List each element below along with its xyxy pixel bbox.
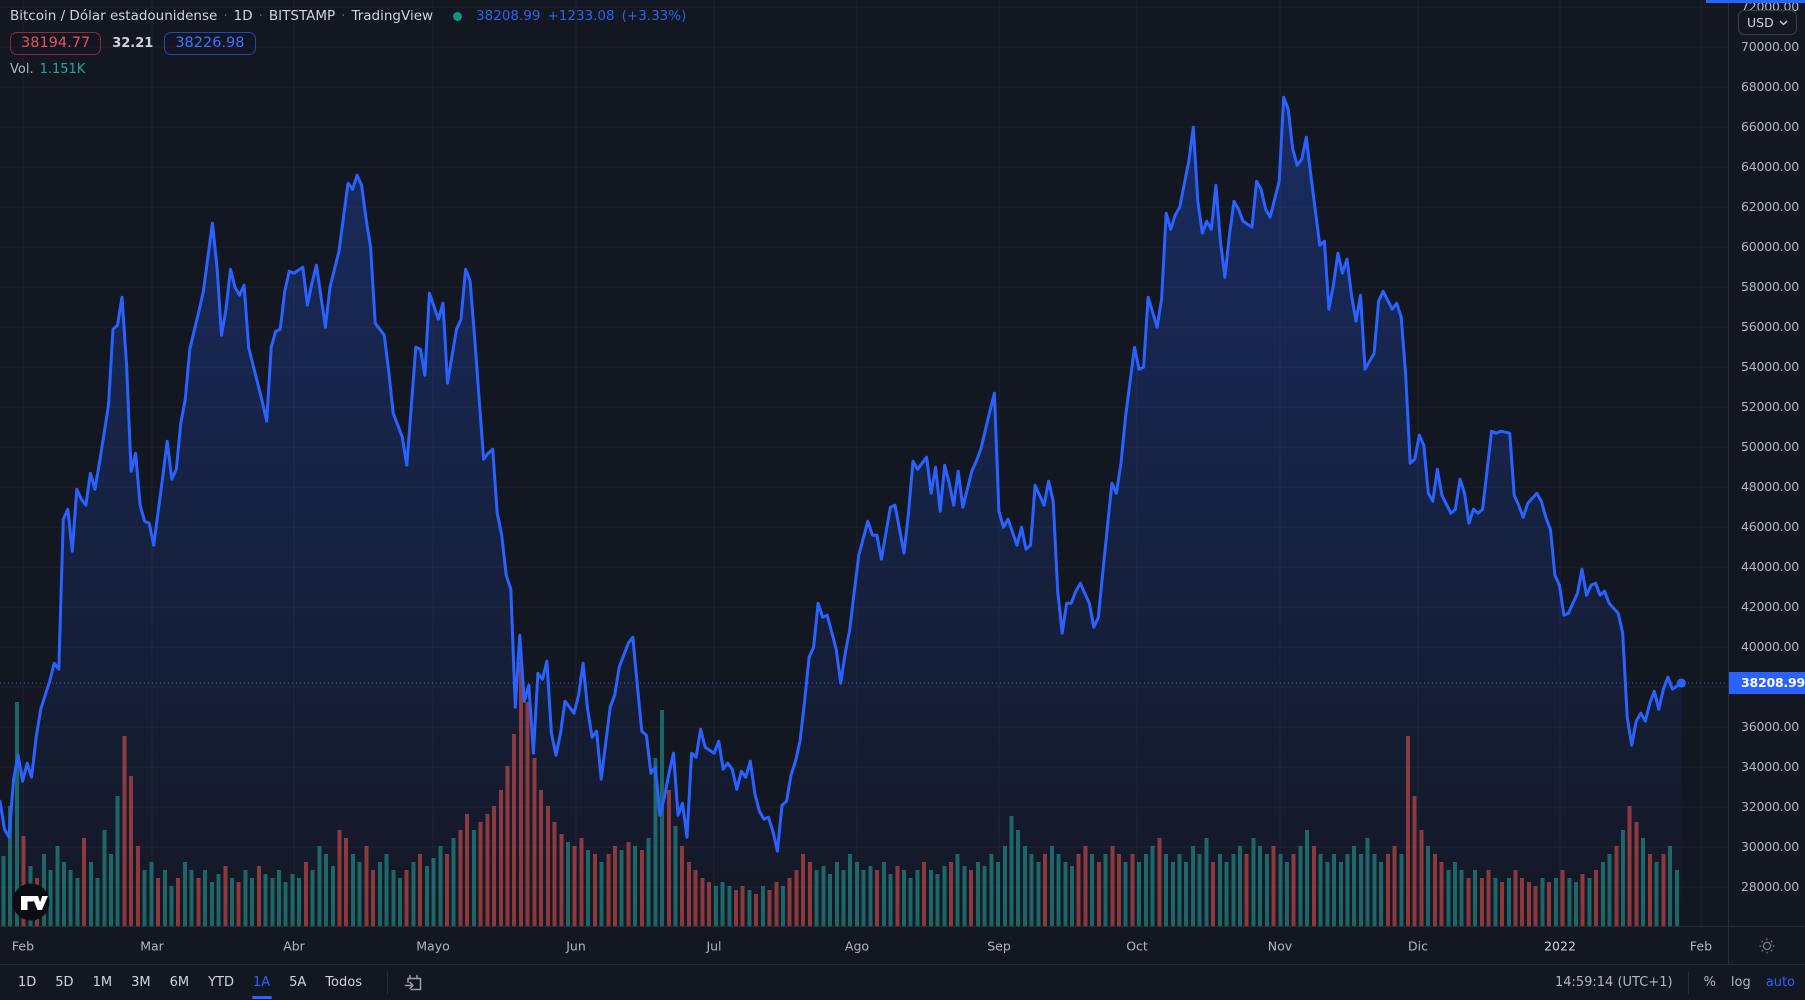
- toolbar-right-group: 14:59:14 (UTC+1) % log auto: [1555, 971, 1805, 994]
- time-axis-label-Ago: Ago: [844, 938, 870, 953]
- price-axis-label: 36000.00: [1741, 719, 1800, 735]
- separator-dot: ·: [341, 8, 346, 24]
- price-change-percent: (+3.33%): [621, 8, 687, 24]
- price-axis-label: 68000.00: [1741, 79, 1800, 95]
- range-button-1M[interactable]: 1M: [85, 970, 121, 995]
- symbol-header-row: Bitcoin / Dólar estadounidense · 1D · BI…: [10, 8, 686, 24]
- tradingview-chart-window: Bitcoin / Dólar estadounidense · 1D · BI…: [0, 0, 1805, 1000]
- range-button-3M[interactable]: 3M: [123, 970, 159, 995]
- provider-label[interactable]: TradingView: [351, 8, 433, 24]
- chevron-down-icon: [1779, 20, 1788, 25]
- price-axis-label: 64000.00: [1741, 159, 1800, 175]
- time-axis-label-Feb: Feb: [11, 938, 35, 953]
- time-axis-label-Mayo: Mayo: [416, 938, 450, 953]
- range-button-1A[interactable]: 1A: [245, 970, 278, 995]
- price-chart-canvas[interactable]: [0, 0, 1728, 926]
- last-price-axis-label: 38208.99: [1729, 672, 1805, 694]
- time-axis-label-Dic: Dic: [1408, 938, 1428, 953]
- tradingview-logo-icon: [12, 883, 50, 921]
- time-axis-label-Oct: Oct: [1126, 938, 1148, 953]
- separator-dot: ·: [223, 8, 228, 24]
- range-button-5D[interactable]: 5D: [47, 970, 81, 995]
- price-axis-label: 32000.00: [1741, 799, 1800, 815]
- order-buttons-row: 38194.77 32.21 38226.98: [10, 32, 686, 55]
- price-axis-label: 48000.00: [1741, 479, 1800, 495]
- market-status-icon[interactable]: [453, 11, 463, 21]
- separator-dot: ·: [258, 8, 263, 24]
- range-selector: 1D 5D 1M 3M 6M YTD 1A 5A Todos: [0, 970, 425, 995]
- price-axis-label: 28000.00: [1741, 879, 1800, 895]
- interval-label[interactable]: 1D: [234, 8, 253, 24]
- toolbar-divider: [1687, 971, 1689, 994]
- price-axis-label: 34000.00: [1741, 759, 1800, 775]
- last-price-value: 38208.99: [476, 8, 541, 24]
- chart-legend: Bitcoin / Dólar estadounidense · 1D · BI…: [10, 8, 686, 77]
- price-axis-label: 66000.00: [1741, 119, 1800, 135]
- range-button-Todos[interactable]: Todos: [317, 970, 370, 995]
- price-axis-label: 44000.00: [1741, 559, 1800, 575]
- go-to-date-icon: [404, 974, 422, 990]
- price-axis-label: 40000.00: [1741, 639, 1800, 655]
- price-scale[interactable]: USD 38208.99 72000.00 70000.00 68000.00 660…: [1728, 0, 1805, 926]
- volume-label: Vol.: [10, 62, 34, 77]
- exchange-label[interactable]: BITSTAMP: [269, 8, 335, 24]
- price-axis-label: 54000.00: [1741, 359, 1800, 375]
- time-axis-label-Feb: Feb: [1689, 938, 1713, 953]
- buy-button[interactable]: 38226.98: [164, 32, 256, 55]
- volume-readout-row: Vol. 1.151K: [10, 62, 686, 77]
- price-axis-label: 70000.00: [1741, 39, 1800, 55]
- range-button-5A[interactable]: 5A: [281, 970, 314, 995]
- time-axis-label-Sep: Sep: [987, 938, 1011, 953]
- time-scale[interactable]: Feb Mar Abr Mayo Jun Jul Ago Sep Oct Nov Dic 2022 Fe…: [0, 926, 1728, 964]
- price-axis-label: 60000.00: [1741, 239, 1800, 255]
- auto-scale-button[interactable]: auto: [1766, 975, 1795, 990]
- time-axis-label-Jun: Jun: [566, 938, 586, 953]
- price-axis-label: 30000.00: [1741, 839, 1800, 855]
- tradingview-logo[interactable]: [12, 883, 50, 925]
- price-axis-label: 46000.00: [1741, 519, 1800, 535]
- last-price-readout: 38208.99 +1233.08 (+3.33%): [476, 8, 686, 24]
- spread-value: 32.21: [112, 36, 154, 51]
- currency-label: USD: [1747, 15, 1774, 30]
- scale-corner-button[interactable]: [1728, 926, 1805, 964]
- symbol-title[interactable]: Bitcoin / Dólar estadounidense: [10, 8, 217, 24]
- price-axis-label: 56000.00: [1741, 319, 1800, 335]
- percent-scale-button[interactable]: %: [1704, 975, 1716, 990]
- sell-button[interactable]: 38194.77: [10, 32, 102, 55]
- time-axis-label-2022: 2022: [1544, 938, 1576, 953]
- price-axis-label: 50000.00: [1741, 439, 1800, 455]
- price-axis-label: 62000.00: [1741, 199, 1800, 215]
- time-axis-label-Mar: Mar: [140, 938, 164, 953]
- clock-readout[interactable]: 14:59:14 (UTC+1): [1555, 975, 1673, 990]
- chart-plot-area[interactable]: Bitcoin / Dólar estadounidense · 1D · BI…: [0, 0, 1728, 926]
- time-axis-label-Abr: Abr: [283, 938, 305, 953]
- volume-value: 1.151K: [39, 62, 86, 77]
- sun-icon: [1759, 938, 1775, 953]
- price-axis-label: 58000.00: [1741, 279, 1800, 295]
- range-button-6M[interactable]: 6M: [162, 970, 198, 995]
- time-axis-label-Jul: Jul: [706, 938, 722, 953]
- range-button-YTD[interactable]: YTD: [200, 970, 242, 995]
- log-scale-button[interactable]: log: [1731, 975, 1751, 990]
- toolbar-divider: [386, 971, 388, 994]
- price-change-value: +1233.08: [547, 8, 615, 24]
- currency-dropdown[interactable]: USD: [1738, 10, 1797, 35]
- price-axis-label: 42000.00: [1741, 599, 1800, 615]
- time-axis-label-Nov: Nov: [1267, 938, 1293, 953]
- price-axis-label: 52000.00: [1741, 399, 1800, 415]
- price-area-fill: [0, 97, 1682, 926]
- top-blue-strip: [1706, 0, 1805, 3]
- bottom-toolbar: 1D 5D 1M 3M 6M YTD 1A 5A Todos 14:59:14 (UTC+1) …: [0, 964, 1805, 1000]
- go-to-date-button[interactable]: [403, 972, 425, 994]
- range-button-1D[interactable]: 1D: [10, 970, 44, 995]
